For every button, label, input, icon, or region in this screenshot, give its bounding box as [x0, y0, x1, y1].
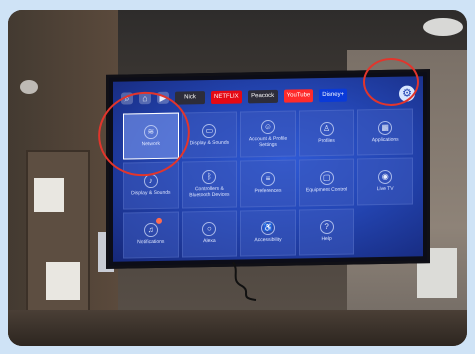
tile-preferences: ≡ Preferences — [240, 159, 296, 208]
notification-dot — [155, 217, 162, 224]
tile-controllers: ᛒ Controllers & Bluetooth Devices — [181, 160, 238, 209]
photo-frame: ⌕ ⌂ ▶ Nick NETFLIX Peacock YouTube Disne… — [8, 10, 467, 346]
app-tile: Peacock — [247, 89, 278, 103]
ceiling-light — [423, 18, 463, 36]
app-tile: Nick — [175, 90, 205, 105]
hanging-cable — [232, 262, 257, 301]
profile-icon: ☺ — [260, 119, 275, 135]
app-tile: Disney+ — [319, 88, 348, 102]
display-icon: ▭ — [202, 123, 217, 138]
annotation-circle-settings — [363, 58, 419, 106]
bell-icon: ♫ — [143, 223, 158, 238]
app-tile: NETFLIX — [211, 89, 242, 104]
user-icon: ♙ — [319, 121, 334, 136]
tile-help: ? Help — [298, 208, 355, 256]
tile-accessibility: ♿ Accessibility — [240, 209, 296, 257]
desk-surface — [8, 310, 467, 346]
posted-paper — [46, 262, 80, 300]
tile-equipment: ▢ Equipment Control — [298, 158, 355, 207]
tile-notifications: ♫ Notifications — [123, 211, 179, 259]
apps-icon: ▦ — [378, 120, 393, 135]
antenna-icon: ◉ — [378, 169, 393, 185]
monitor-icon: ▢ — [319, 170, 334, 186]
bluetooth-icon: ᛒ — [202, 170, 217, 185]
tile-alexa: ○ Alexa — [181, 210, 238, 258]
alexa-icon: ○ — [202, 222, 217, 237]
security-camera — [20, 80, 38, 94]
help-icon: ? — [319, 220, 334, 235]
tile-account: ☺ Account & Profile Settings — [240, 110, 296, 158]
tile-applications: ▦ Applications — [357, 108, 413, 156]
sliders-icon: ≡ — [260, 171, 275, 187]
posted-paper — [34, 178, 64, 212]
tile-profiles: ♙ Profiles — [298, 109, 355, 157]
tile-live-tv: ◉ Live TV — [357, 157, 413, 206]
accessibility-icon: ♿ — [260, 221, 275, 236]
app-tile: YouTube — [283, 88, 314, 103]
